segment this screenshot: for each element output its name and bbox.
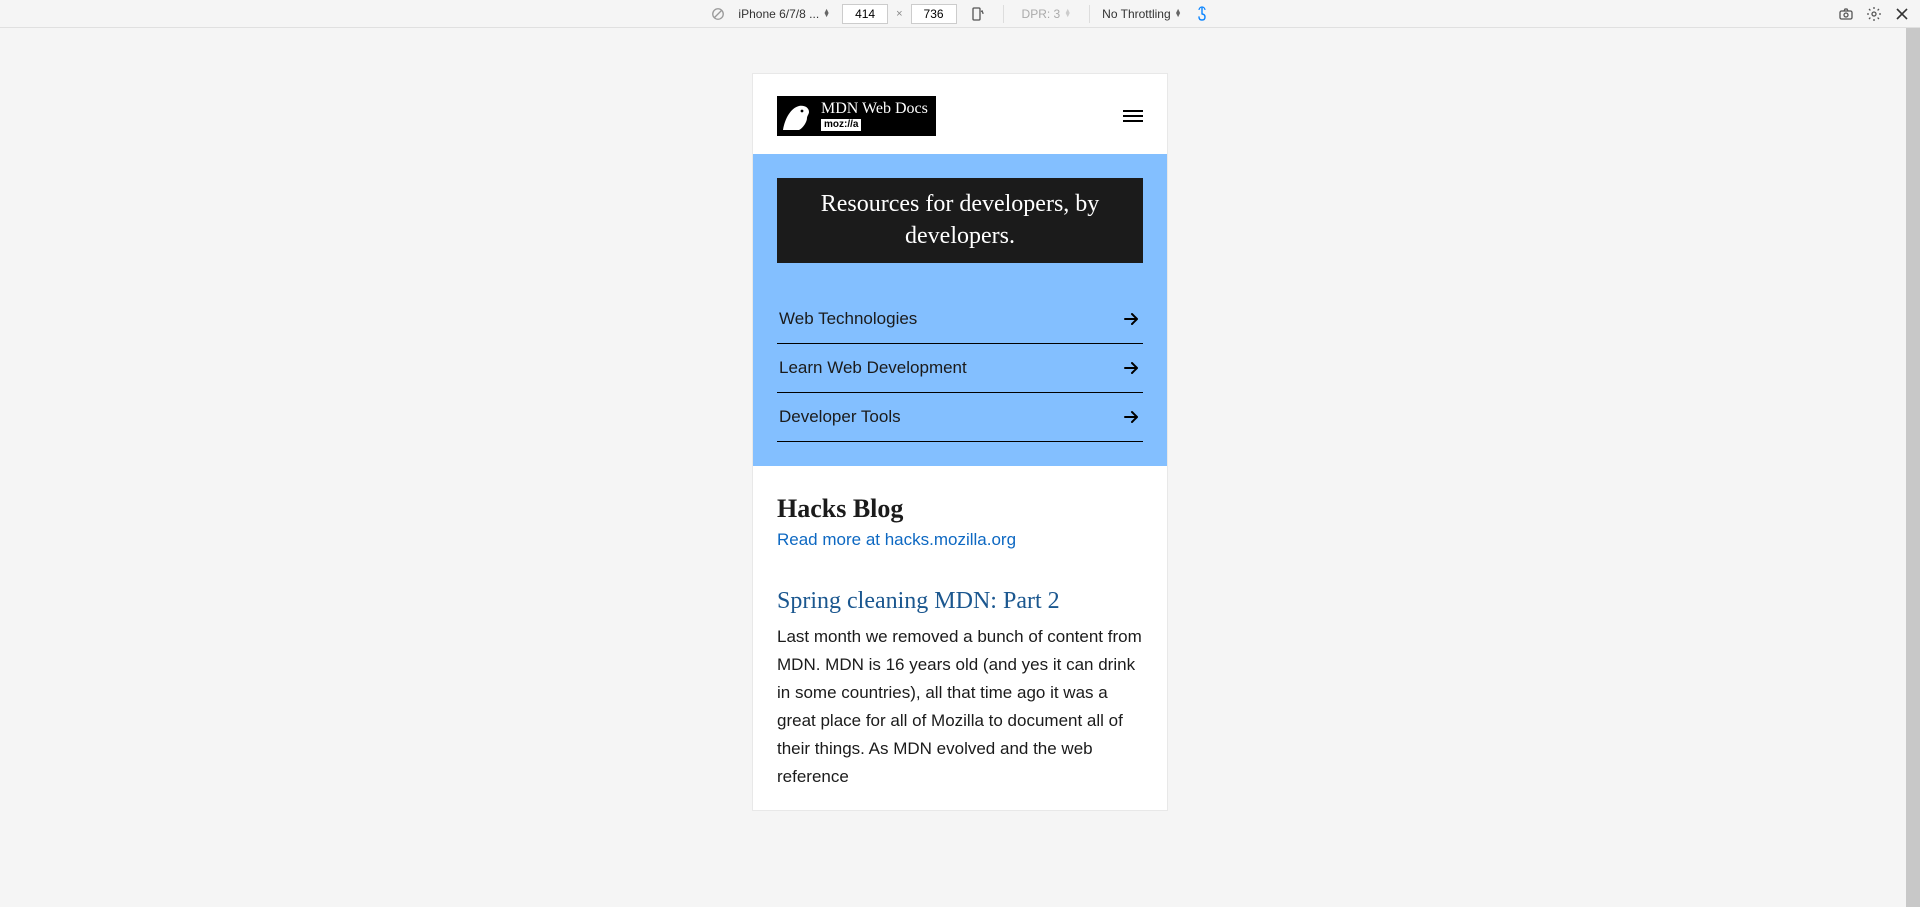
arrow-right-icon <box>1121 407 1141 427</box>
logo-text-stack: MDN Web Docs moz://a <box>817 96 936 136</box>
outer-scrollbar[interactable] <box>1906 28 1920 907</box>
touch-simulation-icon[interactable] <box>1194 6 1210 22</box>
devtools-toolbar-right <box>1838 6 1910 22</box>
devtools-toolbar: iPhone 6/7/8 ... ▲▼ × DPR: 3 ▲▼ No Throt… <box>0 0 1920 28</box>
blog-section: Hacks Blog Read more at hacks.mozilla.or… <box>753 466 1167 810</box>
page-header: MDN Web Docs moz://a <box>753 74 1167 154</box>
sort-arrows-icon: ▲▼ <box>1064 10 1071 17</box>
gear-icon[interactable] <box>1866 6 1882 22</box>
blog-post-title-link[interactable]: Spring cleaning MDN: Part 2 <box>777 588 1143 615</box>
arrow-right-icon <box>1121 309 1141 329</box>
separator <box>1089 5 1090 23</box>
hero-title: Resources for developers, by developers. <box>777 178 1143 263</box>
dimension-separator: × <box>894 8 904 20</box>
device-name: iPhone 6/7/8 ... <box>738 7 819 21</box>
devtools-toolbar-center: iPhone 6/7/8 ... ▲▼ × DPR: 3 ▲▼ No Throt… <box>710 4 1209 24</box>
device-selector[interactable]: iPhone 6/7/8 ... ▲▼ <box>732 5 836 23</box>
hamburger-menu-icon[interactable] <box>1123 110 1143 122</box>
close-icon[interactable] <box>1894 6 1910 22</box>
camera-icon[interactable] <box>1838 6 1854 22</box>
arrow-right-icon <box>1121 358 1141 378</box>
nav-item-label: Learn Web Development <box>779 358 967 378</box>
nav-item-developer-tools[interactable]: Developer Tools <box>777 393 1143 442</box>
outer-scrollbar-thumb[interactable] <box>1906 28 1920 907</box>
viewport-width-input[interactable] <box>842 4 888 24</box>
no-signal-icon <box>710 6 726 22</box>
sort-arrows-icon: ▲▼ <box>823 10 830 17</box>
sort-arrows-icon: ▲▼ <box>1175 10 1182 17</box>
dino-logo-icon <box>777 96 817 136</box>
logo-sub-text: moz://a <box>821 119 861 131</box>
throttling-selector[interactable]: No Throttling ▲▼ <box>1102 7 1181 21</box>
responsive-viewport-area: MDN Web Docs moz://a Resources for devel… <box>0 28 1920 907</box>
separator <box>1003 5 1004 23</box>
nav-item-label: Developer Tools <box>779 407 901 427</box>
blog-post-excerpt: Last month we removed a bunch of content… <box>777 623 1143 791</box>
hero-nav-list: Web Technologies Learn Web Development D… <box>777 263 1143 466</box>
dpr-selector[interactable]: DPR: 3 ▲▼ <box>1016 5 1078 23</box>
viewport-height-input[interactable] <box>911 4 957 24</box>
hero-section: Resources for developers, by developers.… <box>753 154 1167 466</box>
logo-main-text: MDN Web Docs <box>819 101 932 119</box>
mdn-logo[interactable]: MDN Web Docs moz://a <box>777 96 936 136</box>
throttling-label: No Throttling <box>1102 7 1170 21</box>
nav-item-label: Web Technologies <box>779 309 917 329</box>
device-frame: MDN Web Docs moz://a Resources for devel… <box>753 74 1167 810</box>
nav-item-learn-web-development[interactable]: Learn Web Development <box>777 344 1143 393</box>
blog-heading: Hacks Blog <box>777 494 1143 524</box>
blog-readmore-link[interactable]: Read more at hacks.mozilla.org <box>777 530 1143 550</box>
rotate-device-icon[interactable] <box>969 6 985 22</box>
nav-item-web-technologies[interactable]: Web Technologies <box>777 295 1143 344</box>
dpr-label: DPR: 3 <box>1022 7 1061 21</box>
device-scroll-container[interactable]: MDN Web Docs moz://a Resources for devel… <box>753 74 1167 810</box>
